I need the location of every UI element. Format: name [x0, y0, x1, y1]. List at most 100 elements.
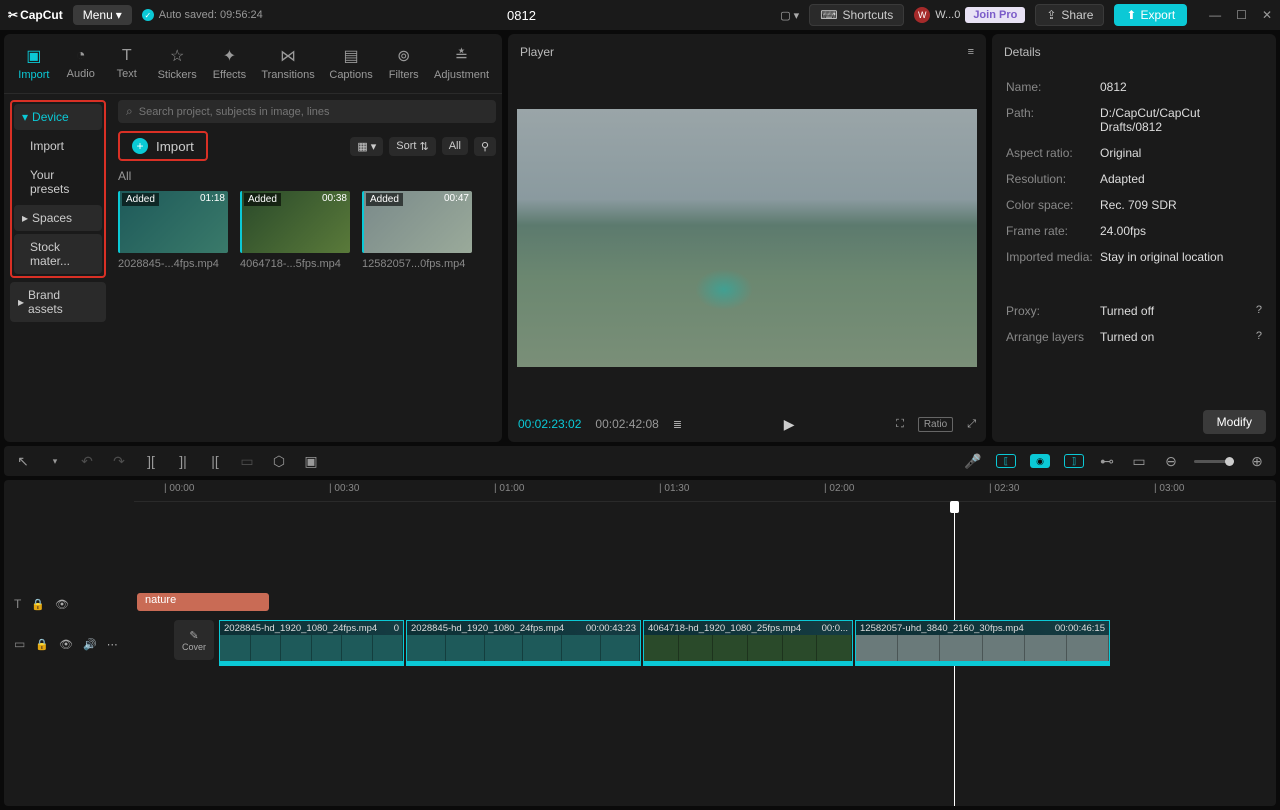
aspect-icon[interactable]: ▢ ▾ [780, 9, 799, 22]
more-icon[interactable]: ⋯ [107, 638, 118, 651]
check-icon: ✓ [142, 9, 154, 21]
fullscreen-icon[interactable]: ⤢ [967, 418, 976, 431]
magnet-icon[interactable]: ◉ [1030, 454, 1050, 468]
captions-icon: ▤ [344, 46, 359, 66]
detail-label: Proxy: [1006, 304, 1100, 318]
detail-value: Adapted [1100, 172, 1262, 186]
maximize-icon[interactable]: ☐ [1236, 8, 1247, 22]
eye-icon[interactable]: 👁 [59, 638, 73, 651]
tab-audio[interactable]: ◔Audio [58, 41, 104, 86]
text-icon: T [122, 47, 132, 65]
label-clip[interactable]: nature [137, 593, 269, 611]
speaker-icon[interactable]: 🔊 [83, 638, 97, 651]
menu-button[interactable]: Menu ▾ [73, 5, 132, 25]
detail-label: Arrange layers [1006, 330, 1100, 344]
export-button[interactable]: ⬆ Export [1114, 4, 1187, 26]
media-thumb[interactable]: Added00:4712582057...0fps.mp4 [362, 191, 472, 270]
help-icon[interactable]: ? [1256, 304, 1262, 318]
filter-icon[interactable]: ⚲ [474, 137, 496, 156]
tab-transitions[interactable]: ⋈Transitions [254, 40, 321, 87]
crop-icon[interactable]: ▣ [302, 453, 320, 470]
list-icon[interactable]: ≣ [673, 418, 682, 431]
sidebar-item-brand[interactable]: ▸ Brand assets [10, 282, 106, 322]
tab-captions[interactable]: ▤Captions [322, 40, 381, 87]
import-icon: ▣ [26, 46, 41, 66]
chevron-down-icon[interactable]: ▾ [46, 456, 64, 467]
magnet-left-icon[interactable]: ⟦ [996, 454, 1016, 468]
lock-icon[interactable]: 🔒 [35, 638, 49, 651]
help-icon[interactable]: ? [1256, 330, 1262, 344]
cover-button[interactable]: ✎Cover [174, 620, 214, 660]
user-chip[interactable]: WW...0Join Pro [914, 7, 1025, 23]
delete-icon[interactable]: ▭ [238, 453, 256, 470]
detail-label: Path: [1006, 106, 1100, 134]
mic-icon[interactable]: 🎤 [964, 453, 982, 470]
filter-all-button[interactable]: All [442, 137, 468, 155]
detail-value: Turned on [1100, 330, 1248, 344]
sidebar-item-device[interactable]: ▾ Device [14, 104, 102, 130]
detail-value: Rec. 709 SDR [1100, 198, 1262, 212]
media-thumb[interactable]: Added00:384064718-...5fps.mp4 [240, 191, 350, 270]
detail-label: Name: [1006, 80, 1100, 94]
timeline-clip[interactable]: 2028845-hd_1920_1080_24fps.mp40 [219, 620, 404, 666]
timecode-current: 00:02:23:02 [518, 417, 581, 431]
view-grid-button[interactable]: ▦ ▾ [350, 137, 383, 156]
timeline-clip[interactable]: 4064718-hd_1920_1080_25fps.mp400:0... [643, 620, 853, 666]
ruler-tick: | 01:00 [494, 483, 524, 494]
tab-adjustment[interactable]: ≛Adjustment [427, 40, 496, 87]
tab-stickers[interactable]: ☆Stickers [150, 40, 205, 87]
focus-icon[interactable]: ⛶ [896, 418, 904, 431]
media-thumb[interactable]: Added01:182028845-...4fps.mp4 [118, 191, 228, 270]
sidebar-item-presets[interactable]: Your presets [14, 162, 102, 202]
preview-icon[interactable]: ▭ [1130, 453, 1148, 470]
sidebar-item-spaces[interactable]: ▸ Spaces [14, 205, 102, 231]
link-icon[interactable]: ⊷ [1098, 453, 1116, 470]
sidebar-item-import[interactable]: Import [14, 133, 102, 159]
redo-icon[interactable]: ↷ [110, 453, 128, 470]
zoom-slider[interactable] [1194, 460, 1234, 463]
play-icon[interactable]: ▶ [784, 416, 795, 433]
tab-text[interactable]: TText [104, 41, 150, 86]
split-icon[interactable]: ][ [142, 453, 160, 469]
zoom-in-icon[interactable]: ⊕ [1248, 453, 1266, 470]
autosave-status: ✓Auto saved: 09:56:24 [142, 9, 263, 21]
join-pro-badge[interactable]: Join Pro [965, 7, 1025, 23]
search-input[interactable]: ⌕ [118, 100, 496, 123]
split-right-icon[interactable]: |[ [206, 453, 224, 469]
timeline-clip[interactable]: 2028845-hd_1920_1080_24fps.mp400:00:43:2… [406, 620, 641, 666]
split-left-icon[interactable]: ]| [174, 453, 192, 469]
effects-icon: ✦ [223, 46, 236, 66]
zoom-out-icon[interactable]: ⊖ [1162, 453, 1180, 470]
tab-effects[interactable]: ✦Effects [205, 40, 255, 87]
timeline-clip[interactable]: 12582057-uhd_3840_2160_30fps.mp400:00:46… [855, 620, 1110, 666]
import-button[interactable]: +Import [118, 131, 208, 161]
close-icon[interactable]: ✕ [1262, 8, 1272, 22]
modify-button[interactable]: Modify [1203, 410, 1266, 434]
shield-icon[interactable]: ⬡ [270, 453, 288, 470]
undo-icon[interactable]: ↶ [78, 453, 96, 470]
lock-icon[interactable]: 🔒 [31, 598, 45, 611]
pointer-tool-icon[interactable]: ↖ [14, 453, 32, 470]
search-icon: ⌕ [126, 104, 133, 119]
minimize-icon[interactable]: — [1209, 8, 1221, 22]
shortcuts-button[interactable]: ⌨ Shortcuts [809, 4, 904, 26]
audio-icon: ◔ [76, 47, 86, 65]
eye-icon[interactable]: 👁 [55, 598, 69, 611]
magnet-right-icon[interactable]: ⟧ [1064, 454, 1084, 468]
detail-label: Resolution: [1006, 172, 1100, 186]
details-title: Details [1004, 45, 1041, 59]
player-menu-icon[interactable]: ≡ [968, 46, 974, 58]
player-viewport[interactable] [517, 109, 977, 367]
adjustment-icon: ≛ [455, 46, 468, 66]
tab-import[interactable]: ▣Import [10, 40, 58, 87]
share-button[interactable]: ⇪ Share [1035, 4, 1104, 26]
sidebar-item-stock[interactable]: Stock mater... [14, 234, 102, 274]
sort-button[interactable]: Sort ⇅ [389, 137, 435, 156]
stickers-icon: ☆ [170, 46, 184, 66]
tab-filters[interactable]: ⊚Filters [380, 40, 427, 87]
app-logo: ✂ CapCut [8, 8, 63, 22]
detail-value: D:/CapCut/CapCut Drafts/0812 [1100, 106, 1262, 134]
ruler-tick: | 03:00 [1154, 483, 1184, 494]
filters-icon: ⊚ [397, 46, 410, 66]
ratio-button[interactable]: Ratio [918, 417, 953, 432]
